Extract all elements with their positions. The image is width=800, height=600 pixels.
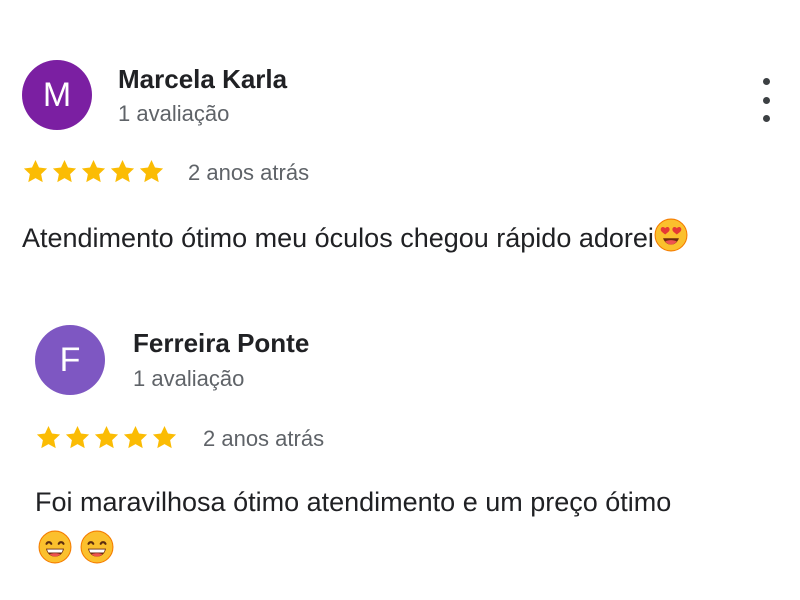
- star-icon: [110, 160, 135, 183]
- more-vertical-icon-dot: [762, 115, 770, 122]
- more-vertical-icon-dot: [762, 96, 770, 104]
- reviewer-name[interactable]: Marcela Karla: [118, 64, 287, 95]
- more-options-button[interactable]: [756, 78, 776, 122]
- star-icon: [36, 426, 61, 449]
- star-icon: [139, 160, 164, 183]
- star-icon: [123, 426, 148, 449]
- review-count: 1 avaliação: [133, 366, 245, 391]
- reviewer-name[interactable]: Ferreira Ponte: [133, 328, 309, 359]
- star-icon: [94, 426, 119, 449]
- star-rating: [22, 158, 165, 185]
- grinning-face-with-smiling-eyes-emoji: [38, 530, 72, 564]
- review-count: 1 avaliação: [118, 101, 230, 126]
- avatar-letter: M: [42, 75, 72, 114]
- review-text-content: Atendimento ótimo meu óculos chegou rápi…: [22, 223, 654, 253]
- review-date: 2 anos atrás: [203, 426, 325, 451]
- review-emojis: [38, 530, 114, 564]
- avatar[interactable]: F: [35, 325, 105, 395]
- star-icon: [152, 426, 177, 449]
- avatar-letter: F: [59, 340, 81, 379]
- star-rating: [35, 424, 178, 451]
- avatar[interactable]: M: [22, 60, 92, 130]
- review-text: Foi maravilhosa ótimo atendimento e um p…: [35, 484, 671, 522]
- star-icon: [65, 426, 90, 449]
- smiling-face-with-heart-eyes-emoji: [654, 218, 688, 252]
- star-icon: [52, 160, 77, 183]
- review-date: 2 anos atrás: [188, 160, 310, 185]
- review-text-content: Foi maravilhosa ótimo atendimento e um p…: [35, 487, 672, 517]
- grinning-face-with-smiling-eyes-emoji: [80, 530, 114, 564]
- review-text: Atendimento ótimo meu óculos chegou rápi…: [22, 218, 688, 258]
- star-icon: [23, 160, 48, 183]
- more-vertical-icon: [762, 78, 770, 85]
- star-icon: [81, 160, 106, 183]
